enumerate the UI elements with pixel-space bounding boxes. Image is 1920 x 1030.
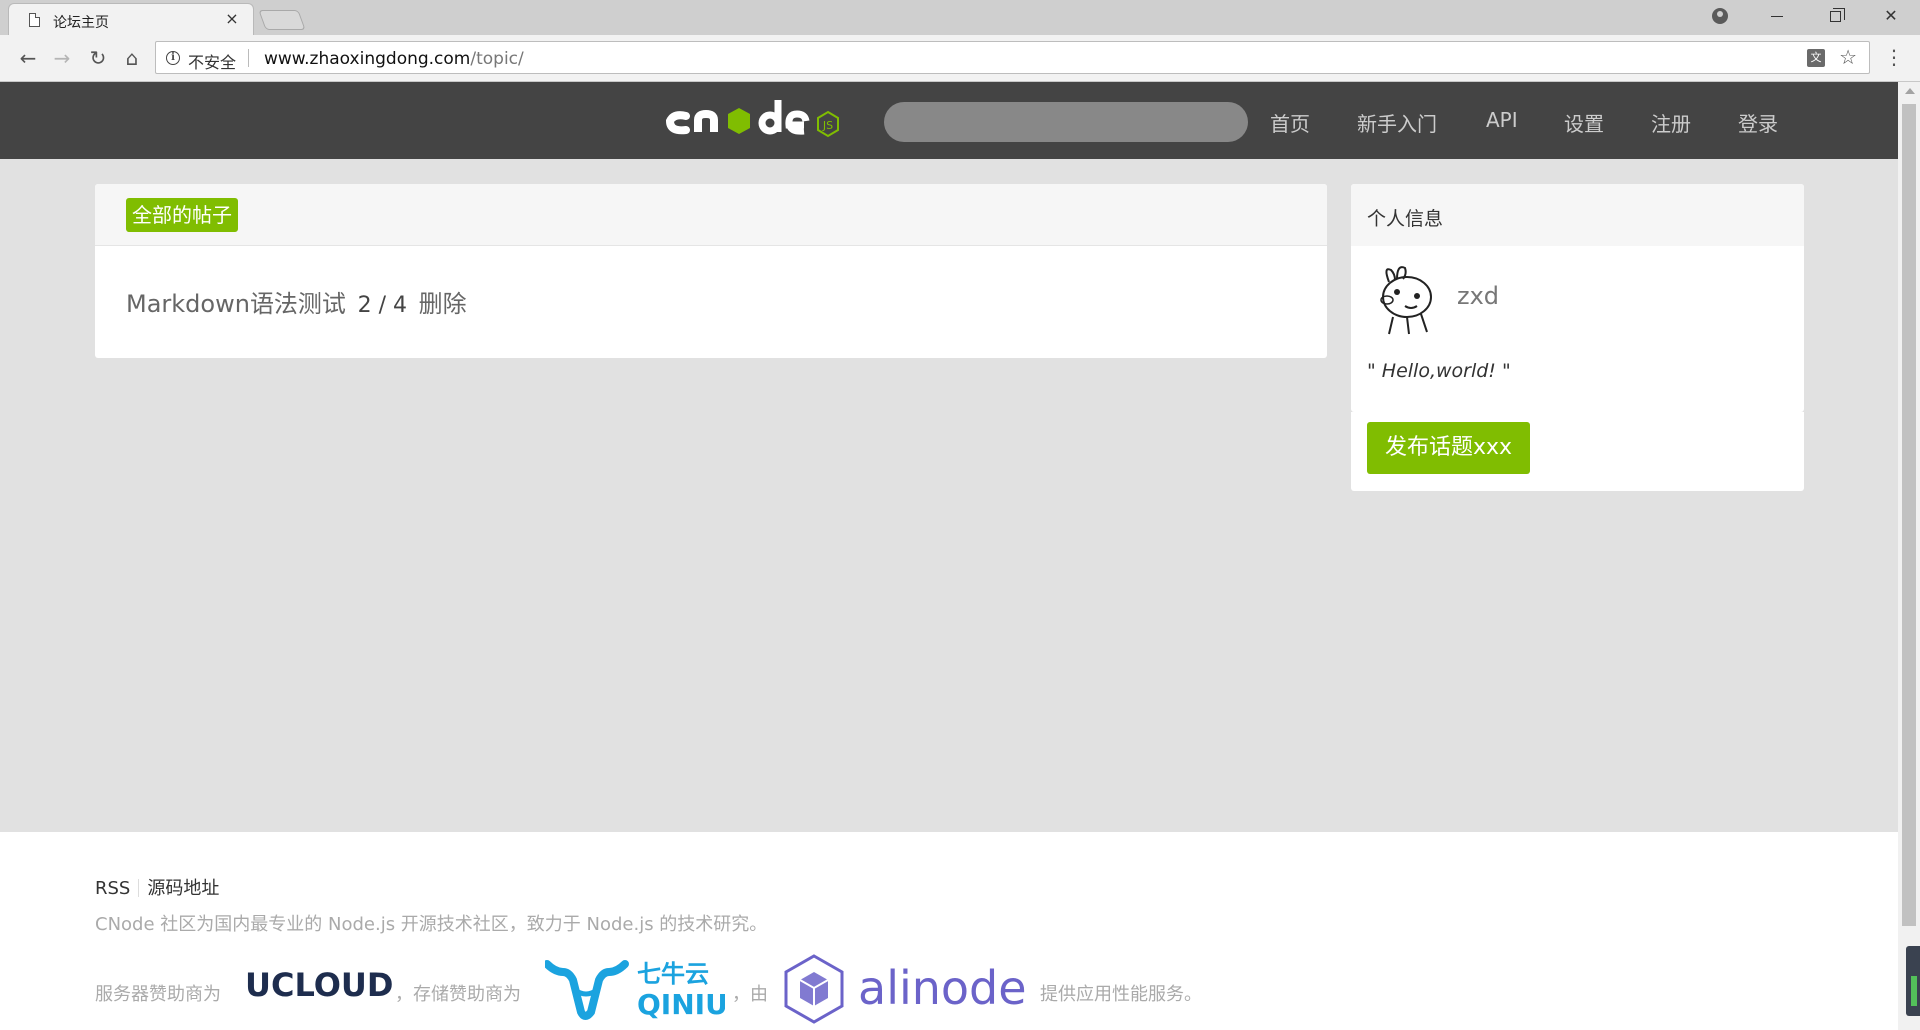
side-widget[interactable] <box>1906 946 1920 1016</box>
divider <box>248 49 249 67</box>
panel-header: 全部的帖子 <box>95 184 1327 246</box>
tab-title: 论坛主页 <box>53 15 109 31</box>
footer-links: RSS 源码地址 <box>95 874 219 900</box>
forward-button[interactable]: → <box>48 44 76 72</box>
storage-prefix: ，存储赞助商为 <box>395 984 521 1005</box>
nav-signin-link[interactable]: 登录 <box>1738 108 1778 137</box>
home-button[interactable]: ⌂ <box>118 44 146 72</box>
scroll-up-arrow-icon[interactable] <box>1905 88 1915 94</box>
divider <box>138 879 140 897</box>
search-input[interactable] <box>884 102 1248 142</box>
url-text[interactable]: www.zhaoxingdong.com/topic/ <box>264 49 524 69</box>
svg-text:JS: JS <box>822 119 833 132</box>
profile-username[interactable]: zxd <box>1457 282 1499 310</box>
nav-getstart-link[interactable]: 新手入门 <box>1357 108 1437 137</box>
profile-signature: " Hello,world! " <box>1367 360 1511 382</box>
nav-home-link[interactable]: 首页 <box>1270 108 1310 137</box>
footer-description: CNode 社区为国内最专业的 Node.js 开源技术社区，致力于 Node.… <box>95 914 768 935</box>
source-code-link[interactable]: 源码地址 <box>147 878 219 899</box>
qiniu-logo[interactable]: 七牛云 QINIU <box>545 950 725 1026</box>
bookmark-star-icon[interactable]: ☆ <box>1839 45 1857 69</box>
footer: RSS 源码地址 CNode 社区为国内最专业的 Node.js 开源技术社区，致… <box>0 832 1898 1030</box>
browser-menu-icon[interactable]: ⋮ <box>1884 44 1904 72</box>
translate-icon[interactable]: 文 <box>1807 49 1825 67</box>
delete-topic-link[interactable]: 删除 <box>419 290 467 318</box>
topic-panel: 全部的帖子 Markdown语法测试 2 / 4 删除 <box>95 184 1327 358</box>
page-scrollbar[interactable] <box>1898 82 1920 1030</box>
tab-all-topics[interactable]: 全部的帖子 <box>126 198 238 232</box>
profile-panel-title: 个人信息 <box>1367 208 1444 230</box>
tab-close-icon[interactable]: × <box>223 9 241 28</box>
rss-link[interactable]: RSS <box>95 878 130 899</box>
security-label[interactable]: 不安全 <box>188 49 236 73</box>
nav-settings-link[interactable]: 设置 <box>1564 108 1604 137</box>
close-window-button[interactable]: ✕ <box>1868 0 1914 32</box>
nav-signup-link[interactable]: 注册 <box>1651 108 1691 137</box>
publish-panel: 发布话题xxx <box>1351 412 1804 491</box>
info-icon[interactable]: i <box>166 51 180 65</box>
nav-api-link[interactable]: API <box>1486 108 1518 132</box>
topic-title-link[interactable]: Markdown语法测试 <box>126 290 346 318</box>
cnode-logo[interactable]: JS <box>664 96 854 146</box>
page-icon <box>29 13 40 27</box>
profile-panel: 个人信息 zxd " Hello,world! " <box>1351 184 1804 412</box>
publish-topic-button[interactable]: 发布话题xxx <box>1367 422 1531 474</box>
reload-button[interactable]: ↻ <box>84 44 112 72</box>
sponsor-prefix: 服务器赞助商为 <box>95 984 221 1005</box>
profile-panel-header: 个人信息 <box>1351 184 1804 246</box>
alinode-logo[interactable]: alinode <box>780 950 1030 1030</box>
back-button[interactable]: ← <box>14 44 42 72</box>
topic-row: Markdown语法测试 2 / 4 删除 <box>126 284 467 319</box>
new-tab-button[interactable] <box>258 10 306 30</box>
site-header: JS 首页 新手入门 API 设置 注册 登录 <box>0 82 1898 159</box>
topic-reply-count: 2 / 4 <box>357 293 407 318</box>
restore-button[interactable] <box>1812 0 1858 32</box>
svg-text:QINIU: QINIU <box>637 988 725 1021</box>
address-bar[interactable]: i 不安全 www.zhaoxingdong.com/topic/ 文 ☆ <box>155 41 1870 74</box>
svg-text:alinode: alinode <box>858 961 1027 1015</box>
by-text: ，由 <box>732 984 768 1005</box>
page-viewport: JS 首页 新手入门 API 设置 注册 登录 全部的帖子 Markdown语法… <box>0 82 1898 1030</box>
scrollbar-thumb[interactable] <box>1902 104 1916 926</box>
svg-text:七牛云: 七牛云 <box>637 960 709 988</box>
profile-icon[interactable] <box>1702 0 1738 32</box>
browser-chrome: 论坛主页 × ✕ ← → ↻ ⌂ i 不安全 www.zhaoxingdong.… <box>0 0 1920 82</box>
browser-toolbar: ← → ↻ ⌂ i 不安全 www.zhaoxingdong.com/topic… <box>0 35 1920 82</box>
avatar[interactable] <box>1367 262 1442 337</box>
tab-strip: 论坛主页 × ✕ <box>0 0 1920 35</box>
footer-suffix: 提供应用性能服务。 <box>1040 984 1202 1005</box>
browser-tab[interactable]: 论坛主页 × <box>8 3 254 35</box>
ucloud-logo[interactable]: UCLOUD <box>245 966 393 1004</box>
minimize-button[interactable] <box>1754 0 1800 32</box>
